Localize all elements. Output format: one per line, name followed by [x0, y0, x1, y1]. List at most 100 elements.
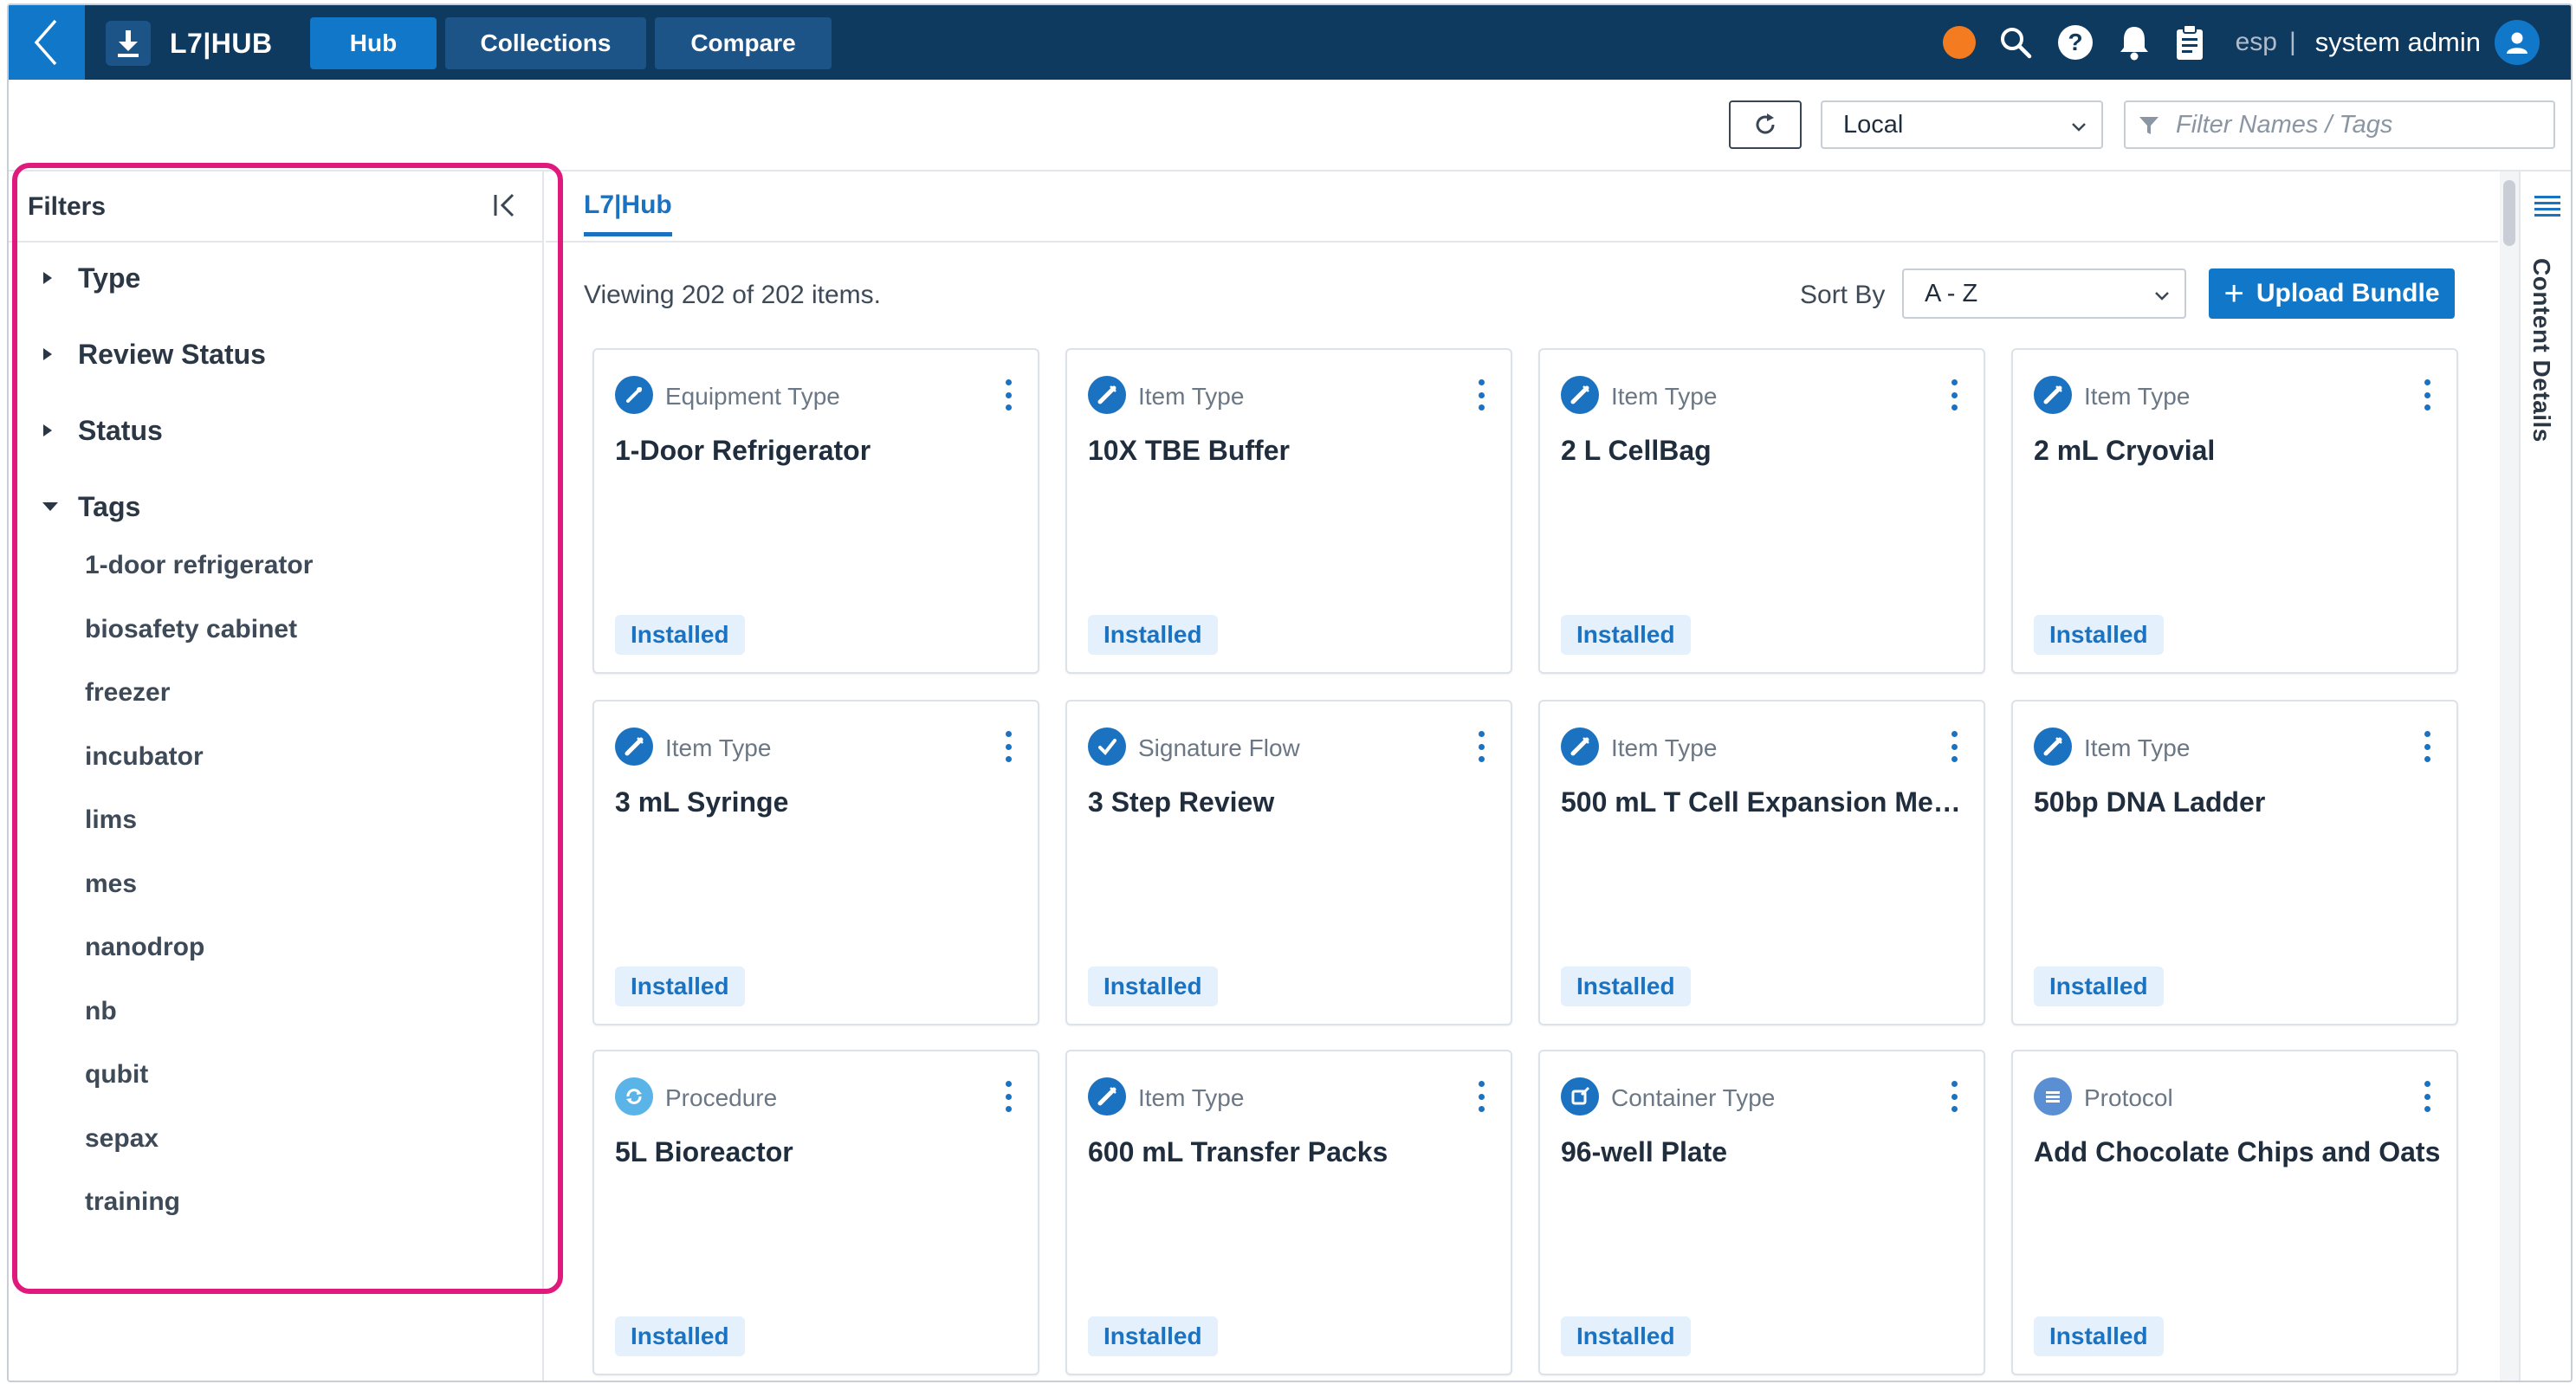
- item-type-icon: [2034, 728, 2072, 766]
- sort-select[interactable]: A - Z: [1902, 268, 2186, 319]
- filters-header: Filters: [9, 171, 542, 243]
- content-card[interactable]: Container Type 96-well Plate Installed: [1538, 1050, 1985, 1375]
- more-options-icon[interactable]: [1476, 379, 1486, 411]
- help-icon[interactable]: ?: [2057, 24, 2094, 61]
- item-type-icon: [2034, 376, 2072, 414]
- tag-filter-item[interactable]: nb: [85, 997, 117, 1026]
- item-type-icon: [1088, 1077, 1126, 1116]
- back-button[interactable]: [9, 5, 85, 80]
- content-card[interactable]: Procedure 5L Bioreactor Installed: [592, 1050, 1039, 1375]
- more-options-icon[interactable]: [1003, 379, 1013, 411]
- list-icon[interactable]: [2533, 192, 2562, 218]
- tag-filter-item[interactable]: biosafety cabinet: [85, 615, 297, 644]
- content-card[interactable]: Item Type 500 mL T Cell Expansion Medi..…: [1538, 700, 1985, 1025]
- content-card[interactable]: Protocol Add Chocolate Chips and Oats In…: [2011, 1050, 2458, 1375]
- filter-icon: [2139, 117, 2159, 134]
- status-badge: Installed: [1088, 967, 1218, 1006]
- tag-filter-item[interactable]: incubator: [85, 742, 204, 772]
- filter-names-tags-input[interactable]: [2176, 110, 2540, 139]
- content-card[interactable]: Item Type 2 L CellBag Installed: [1538, 348, 1985, 674]
- filter-group-type[interactable]: Type: [42, 256, 140, 300]
- app-window: L7|HUB Hub Collections Compare ? esp | s…: [7, 3, 2573, 1382]
- content-card[interactable]: Item Type 10X TBE Buffer Installed: [1065, 348, 1512, 674]
- content-card[interactable]: Item Type 600 mL Transfer Packs Installe…: [1065, 1050, 1512, 1375]
- refresh-button[interactable]: [1729, 100, 1802, 149]
- card-type: Signature Flow: [1138, 734, 1300, 761]
- more-options-icon[interactable]: [1003, 731, 1013, 762]
- more-options-icon[interactable]: [1949, 1081, 1959, 1112]
- status-badge: Installed: [615, 967, 745, 1006]
- status-badge: Installed: [1561, 1316, 1691, 1356]
- upload-bundle-label: Upload Bundle: [2256, 279, 2440, 307]
- more-options-icon[interactable]: [2422, 379, 2432, 411]
- more-options-icon[interactable]: [1949, 731, 1959, 762]
- card-type: Procedure: [665, 1084, 778, 1111]
- tag-filter-item[interactable]: training: [85, 1187, 180, 1217]
- content-details-panel[interactable]: Content Details: [2519, 171, 2571, 1381]
- toolbar: Local: [9, 80, 2571, 171]
- item-type-icon: [1561, 728, 1599, 766]
- content-card[interactable]: Item Type 3 mL Syringe Installed: [592, 700, 1039, 1025]
- search-icon[interactable]: [1998, 25, 2033, 60]
- nav-hub[interactable]: Hub: [310, 17, 437, 69]
- scrollbar-thumb[interactable]: [2503, 180, 2515, 246]
- content-card[interactable]: Item Type 50bp DNA Ladder Installed: [2011, 700, 2458, 1025]
- brand-name: L7|HUB: [170, 27, 273, 59]
- status-badge: Installed: [1561, 967, 1691, 1006]
- filter-group-review-status[interactable]: Review Status: [42, 333, 266, 376]
- tag-filter-item[interactable]: nanodrop: [85, 933, 204, 962]
- card-type: Equipment Type: [665, 383, 840, 410]
- filter-group-tags[interactable]: Tags: [42, 485, 140, 528]
- filter-group-status[interactable]: Status: [42, 409, 163, 452]
- tab-bar: L7|Hub: [546, 171, 2498, 243]
- content-card[interactable]: Equipment Type 1-Door Refrigerator Insta…: [592, 348, 1039, 674]
- more-options-icon[interactable]: [1476, 1081, 1486, 1112]
- protocol-icon: [2034, 1077, 2072, 1116]
- user-name[interactable]: system admin: [2315, 27, 2481, 58]
- more-options-icon[interactable]: [2422, 1081, 2432, 1112]
- item-type-icon: [615, 728, 653, 766]
- content-card[interactable]: Signature Flow 3 Step Review Installed: [1065, 700, 1512, 1025]
- brand-logo[interactable]: L7|HUB: [106, 19, 273, 68]
- card-name: 50bp DNA Ladder: [2034, 786, 2266, 818]
- clipboard-icon[interactable]: [2175, 24, 2204, 61]
- status-badge: Installed: [615, 1316, 745, 1356]
- content-card[interactable]: Item Type 2 mL Cryovial Installed: [2011, 348, 2458, 674]
- chevron-down-icon: [2072, 123, 2086, 132]
- scrollbar[interactable]: [2500, 171, 2519, 1381]
- bell-icon[interactable]: [2118, 24, 2151, 61]
- caret-right-icon: [42, 270, 68, 286]
- more-options-icon[interactable]: [1003, 1081, 1013, 1112]
- filter-group-label: Tags: [78, 490, 141, 522]
- tag-filter-item[interactable]: qubit: [85, 1060, 148, 1090]
- tag-filter-item[interactable]: 1-door refrigerator: [85, 551, 313, 580]
- content-details-label[interactable]: Content Details: [2527, 258, 2555, 443]
- card-type: Item Type: [1611, 383, 1718, 410]
- upload-bundle-button[interactable]: + Upload Bundle: [2209, 268, 2455, 319]
- user-avatar-icon[interactable]: [2495, 20, 2540, 65]
- card-name: 96-well Plate: [1561, 1136, 1728, 1167]
- collapse-panel-icon[interactable]: [490, 191, 520, 220]
- tag-filter-item[interactable]: freezer: [85, 678, 170, 708]
- tag-filter-item[interactable]: lims: [85, 805, 137, 835]
- more-options-icon[interactable]: [1476, 731, 1486, 762]
- more-options-icon[interactable]: [2422, 731, 2432, 762]
- tag-filter-item[interactable]: mes: [85, 870, 137, 899]
- sort-by-label: Sort By: [1800, 281, 1886, 309]
- tab-l7-hub[interactable]: L7|Hub: [584, 191, 672, 236]
- location-select[interactable]: Local: [1821, 100, 2103, 149]
- filter-names-tags-field[interactable]: [2124, 100, 2555, 149]
- card-name: 5L Bioreactor: [615, 1136, 793, 1167]
- top-navigation-bar: L7|HUB Hub Collections Compare ? esp | s…: [9, 5, 2571, 80]
- tag-filter-item[interactable]: sepax: [85, 1124, 159, 1154]
- card-name: 1-Door Refrigerator: [615, 435, 871, 466]
- more-options-icon[interactable]: [1949, 379, 1959, 411]
- card-type: Item Type: [665, 734, 772, 761]
- status-dot[interactable]: [1942, 26, 1976, 59]
- status-badge: Installed: [2034, 1316, 2164, 1356]
- card-name: 10X TBE Buffer: [1088, 435, 1290, 466]
- card-type: Protocol: [2084, 1084, 2173, 1111]
- nav-collections[interactable]: Collections: [445, 17, 646, 69]
- status-badge: Installed: [2034, 615, 2164, 655]
- nav-compare[interactable]: Compare: [655, 17, 832, 69]
